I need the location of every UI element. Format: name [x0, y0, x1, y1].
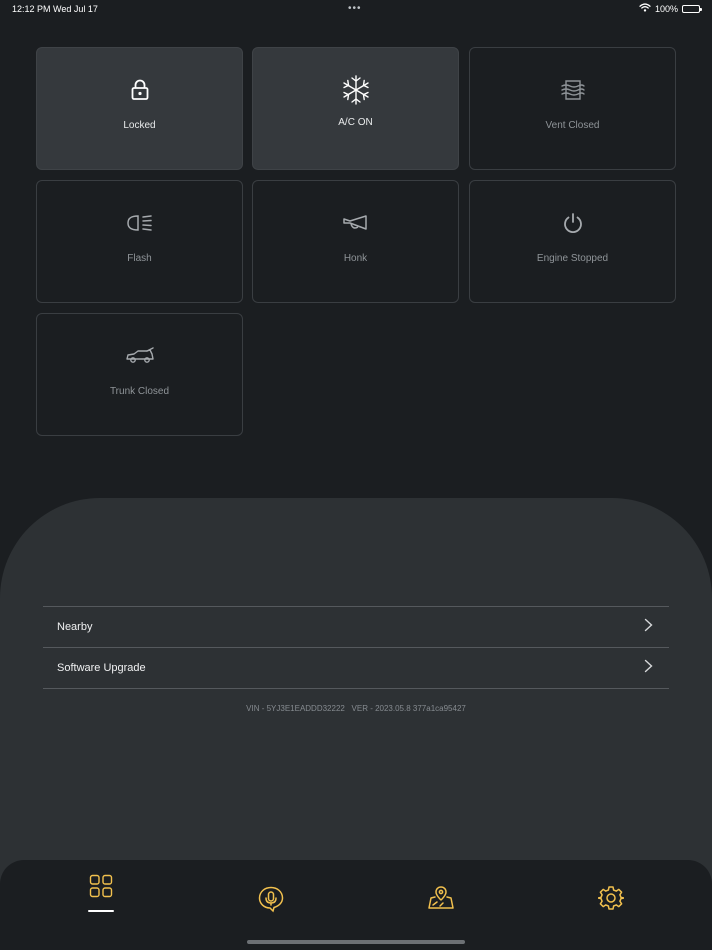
snowflake-icon	[340, 74, 372, 106]
map-icon	[427, 885, 455, 916]
status-time: 12:12 PM	[12, 4, 51, 14]
lock-icon	[124, 74, 156, 106]
version-info: VIN - 5YJ3E1EADDD32222 VER - 2023.05.8 3…	[246, 704, 466, 713]
lock-control-label: Locked	[123, 120, 156, 131]
status-right: 100%	[639, 3, 702, 14]
engine-control-tile[interactable]: Engine Stopped	[469, 180, 676, 303]
voice-assistant-icon	[257, 885, 285, 918]
grid-icon	[89, 874, 113, 903]
trunk-control-label: Trunk Closed	[109, 386, 170, 397]
battery-icon	[682, 4, 702, 13]
trunk-icon	[124, 340, 156, 372]
lock-control-tile[interactable]: Locked	[36, 47, 243, 170]
tab-selected-indicator	[88, 910, 114, 912]
honk-control-label: Honk	[343, 253, 368, 264]
tab-voice-assistant[interactable]	[251, 885, 291, 933]
headlight-icon	[124, 207, 156, 239]
chevron-right-icon	[644, 618, 653, 637]
wifi-icon	[639, 3, 651, 14]
home-indicator[interactable]	[247, 940, 465, 944]
menu-item-label: Nearby	[57, 621, 93, 633]
tab-dashboard[interactable]	[81, 874, 121, 922]
vent-control-label: Vent Closed	[545, 120, 600, 131]
menu-item-software-upgrade[interactable]: Software Upgrade	[43, 648, 669, 689]
trunk-control-tile[interactable]: Trunk Closed	[36, 313, 243, 436]
multitask-dots[interactable]: •••	[348, 3, 362, 14]
menu-list: Nearby Software Upgrade	[43, 606, 669, 689]
vent-icon	[557, 74, 589, 106]
settings-gear-icon	[597, 885, 625, 916]
honk-control-tile[interactable]: Honk	[252, 180, 459, 303]
ac-control-label: A/C ON	[338, 117, 373, 128]
flash-control-label: Flash	[127, 253, 152, 264]
battery-percentage: 100%	[654, 3, 678, 14]
flash-control-tile[interactable]: Flash	[36, 180, 243, 303]
tab-bar	[0, 860, 712, 950]
status-date: Wed Jul 17	[53, 4, 98, 14]
power-icon	[557, 207, 589, 239]
tab-map[interactable]	[421, 885, 461, 933]
app-screen: 12:12 PM Wed Jul 17 ••• 100% Locked A/C …	[0, 0, 712, 950]
tab-settings[interactable]	[591, 885, 631, 933]
ac-control-tile[interactable]: A/C ON	[252, 47, 459, 170]
menu-item-label: Software Upgrade	[57, 662, 146, 674]
vent-control-tile[interactable]: Vent Closed	[469, 47, 676, 170]
menu-item-nearby[interactable]: Nearby	[43, 607, 669, 648]
status-bar: 12:12 PM Wed Jul 17 ••• 100%	[0, 0, 712, 18]
horn-icon	[340, 207, 372, 239]
engine-control-label: Engine Stopped	[536, 253, 609, 264]
chevron-right-icon	[644, 659, 653, 678]
